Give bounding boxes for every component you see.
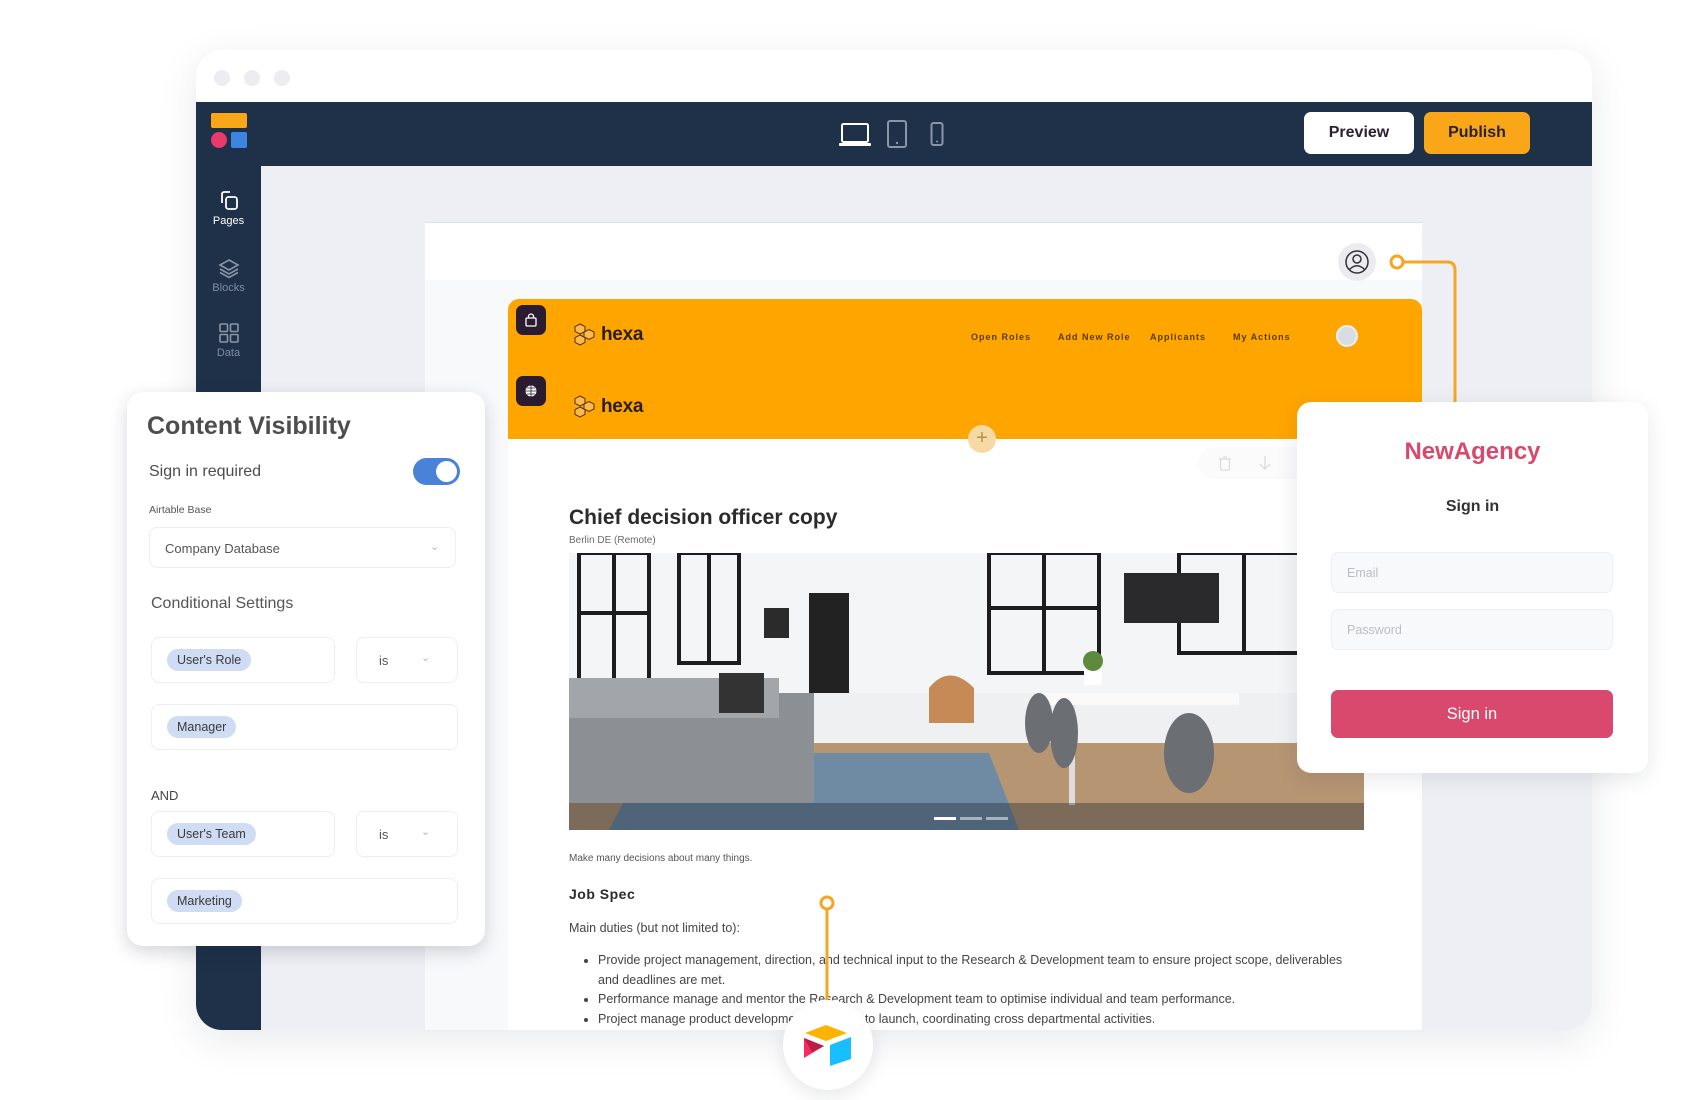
page-top-bar [425,223,1422,281]
window-dot [244,70,260,86]
layers-icon [217,259,240,279]
tablet-icon[interactable] [886,120,908,153]
condition-value-input[interactable]: Marketing [151,878,458,924]
trash-icon[interactable] [1218,455,1232,471]
sidebar-item-label: Data [216,347,241,359]
condition-operator-select[interactable]: is ⌄ [356,811,458,857]
add-block-button[interactable]: + [968,425,996,453]
connector-line [1389,254,1457,415]
arrow-down-icon[interactable] [1258,455,1272,471]
carousel-dot[interactable] [986,817,1008,820]
grid-icon [218,323,239,343]
hexagon-logo-icon [574,323,595,346]
site-preview-page: hexa Open Roles Add New Role Applicants … [425,222,1422,1030]
sidebar-item-label: Pages [212,215,245,227]
sidebar-item-data[interactable]: Data [196,322,261,359]
window-dot [214,70,230,86]
condition-joiner: AND [151,788,179,803]
airtable-badge [783,1000,873,1090]
job-location: Berlin DE (Remote) [569,535,656,546]
condition-value-input[interactable]: Manager [151,704,458,750]
hexagon-logo-icon [574,395,595,418]
job-detail-block: + Chief decision officer copy Berlin DE … [508,425,1422,1030]
panel-title: Content Visibility [147,412,351,440]
nav-link-open-roles[interactable]: Open Roles [971,332,1031,342]
carousel-dot-active[interactable] [934,817,956,820]
job-title: Chief decision officer copy [569,506,838,529]
carousel-dot[interactable] [960,817,982,820]
sidebar-item-label: Blocks [212,282,245,294]
field-chip: User's Team [167,823,256,845]
airtable-logo-icon [804,1025,851,1066]
top-bar: Preview Publish [196,102,1592,166]
duties-list: Provide project management, direction, a… [569,951,1349,1030]
duties-intro: Main duties (but not limited to): [569,921,740,935]
globe-icon[interactable] [516,376,546,406]
password-input[interactable] [1331,609,1613,650]
job-description: Make many decisions about many things. [569,853,753,864]
sign-in-heading: Sign in [1445,498,1500,515]
list-item: Provide project management, direction, a… [598,951,1349,990]
app-logo[interactable] [211,113,247,149]
condition-operator-select[interactable]: is ⌄ [356,637,458,683]
airtable-base-label: Airtable Base [149,504,212,516]
nav-link-add-new-role[interactable]: Add New Role [1058,332,1131,342]
user-profile-button[interactable] [1338,243,1376,281]
value-chip: Manager [167,716,237,738]
conditional-settings-label: Conditional Settings [151,595,294,612]
sign-in-button[interactable]: Sign in [1331,690,1613,738]
content-visibility-panel: Content Visibility Sign in required Airt… [127,392,485,946]
preview-button[interactable]: Preview [1304,112,1414,154]
office-photo [569,553,1364,830]
value-chip: Marketing [167,890,242,912]
sign-in-card: NewAgency Sign in Sign in [1297,402,1648,773]
connector-line [819,895,835,1003]
phone-icon[interactable] [930,122,944,151]
condition-field-select[interactable]: User's Role [151,637,335,683]
sign-in-required-toggle[interactable] [413,458,460,485]
sidebar-item-blocks[interactable]: Blocks [196,257,261,294]
nav-avatar[interactable] [1336,325,1358,347]
nav-link-my-actions[interactable]: My Actions [1233,332,1291,342]
office-photo-carousel[interactable] [569,553,1364,830]
list-item: Ensure the Research & Development team c… [598,1029,1349,1030]
condition-field-select[interactable]: User's Team [151,811,335,857]
airtable-base-select[interactable]: Company Database ⌄ [149,527,456,568]
shopping-bag-icon[interactable] [516,305,546,335]
field-chip: User's Role [167,649,252,671]
sign-in-required-label: Sign in required [149,463,262,480]
nav-link-applicants[interactable]: Applicants [1150,332,1206,342]
site-logo[interactable]: hexa [574,395,643,419]
chevron-down-icon: ⌄ [421,826,431,838]
site-logo[interactable]: hexa [574,323,643,347]
agency-brand: NewAgency [1404,438,1541,465]
list-item: Project manage product development from … [598,1010,1349,1030]
email-input[interactable] [1331,552,1613,593]
pages-icon [220,191,238,210]
sidebar-item-pages[interactable]: Pages [196,190,261,227]
user-circle-icon [1345,250,1369,274]
publish-button[interactable]: Publish [1424,112,1530,154]
window-dot [274,70,290,86]
laptop-icon[interactable] [838,122,872,153]
list-item: Performance manage and mentor the Resear… [598,990,1349,1010]
site-header-block[interactable]: hexa Open Roles Add New Role Applicants … [508,299,1422,439]
chevron-down-icon: ⌄ [430,541,440,553]
chevron-down-icon: ⌄ [421,652,431,664]
job-spec-heading: Job Spec [569,886,636,902]
